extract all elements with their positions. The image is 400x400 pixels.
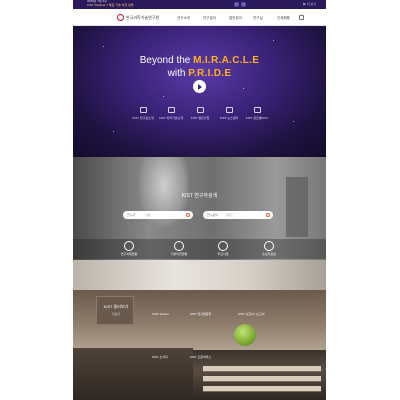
- apple-image: [234, 324, 256, 346]
- play-button[interactable]: [193, 80, 206, 93]
- tour-link[interactable]: KIST School: [152, 312, 169, 316]
- banner-line2: KIST Webinar 7 특집 기술 이전 설명: [87, 3, 134, 7]
- tour-more[interactable]: 더보기: [97, 312, 135, 316]
- flask-icon: [167, 107, 175, 113]
- handshake-icon: [174, 241, 184, 251]
- tour-link[interactable]: KIST 오픈하우스: [190, 355, 211, 359]
- search-input[interactable]: 이름: [145, 213, 151, 217]
- search-input[interactable]: 키워드: [225, 213, 233, 217]
- books-photo: [193, 350, 326, 400]
- search-box-researcher[interactable]: 연구자 이름: [123, 211, 193, 219]
- hero-link[interactable]: KIST 연구원소개: [129, 107, 157, 127]
- globe-icon: [253, 107, 261, 113]
- logo-mark-icon: [117, 14, 124, 21]
- chart-icon: [124, 241, 134, 251]
- menu-item[interactable]: 연구실: [253, 16, 263, 21]
- building-icon: [139, 107, 147, 113]
- logo-text: 한국과학기술연구원: [126, 15, 160, 20]
- tour-link[interactable]: KIST 소식지: [152, 355, 168, 359]
- kist-logo[interactable]: 한국과학기술연구원: [117, 14, 159, 22]
- menu-item[interactable]: 연구소개: [177, 16, 190, 21]
- page: 2020년 7월 4주 KIST Webinar 7 특집 기술 이전 설명 ▶…: [73, 0, 326, 400]
- search-select[interactable]: 연구분야: [207, 213, 218, 217]
- hero-headline-2: with P.R.I.D.E: [167, 68, 232, 79]
- banner-icon[interactable]: [234, 2, 239, 7]
- menu-item[interactable]: 연구분야: [203, 16, 216, 21]
- tour-link[interactable]: KIST 브로셔 / 보고서: [238, 312, 265, 316]
- quick-link[interactable]: 연구과제현황: [109, 241, 149, 256]
- quick-link[interactable]: 홍보자료실: [249, 241, 289, 256]
- tour-link[interactable]: KIST 연구발표회: [190, 312, 211, 316]
- banner-more-link[interactable]: ▶ 더 보기: [303, 2, 316, 6]
- hero-icon-menu: KIST 연구원소개 KIST 과학기술소개 KIST 열린사업 KIST 뉴스…: [73, 107, 326, 127]
- search-icon[interactable]: [186, 213, 190, 217]
- target-icon: [218, 241, 228, 251]
- hero-link[interactable]: KIST 과학기술소개: [157, 107, 185, 127]
- search-select[interactable]: 연구자: [127, 213, 135, 217]
- divider-photo: [73, 260, 326, 290]
- hero-link[interactable]: KIST 뉴스센터: [215, 107, 243, 127]
- menu-item[interactable]: 열린참여: [229, 16, 242, 21]
- hero-link[interactable]: KIST 글로벌KIST: [243, 107, 271, 127]
- quick-link[interactable]: 주요사업: [203, 241, 243, 256]
- classroom-photo: [73, 348, 193, 400]
- kist-tour-section: KIST 둘러보기 더보기 KIST School KIST 연구발표회 KIS…: [73, 290, 326, 400]
- search-title: KIST 연구자검색: [181, 193, 218, 199]
- book-icon: [196, 107, 204, 113]
- menu-item[interactable]: 인재채용: [277, 16, 290, 21]
- tour-title: KIST 둘러보기: [103, 304, 129, 309]
- hero-link[interactable]: KIST 열린사업: [186, 107, 214, 127]
- main-nav: 한국과학기술연구원 연구소개 연구분야 열린참여 연구실 인재채용: [73, 9, 326, 26]
- tour-box[interactable]: KIST 둘러보기 더보기: [96, 296, 134, 325]
- search-icon[interactable]: [266, 213, 270, 217]
- hero-headline-1: Beyond the M.I.R.A.C.L.E: [139, 55, 260, 66]
- hero-section: Beyond the M.I.R.A.C.L.E with P.R.I.D.E …: [73, 26, 326, 157]
- quick-link[interactable]: 기술이전현황: [159, 241, 199, 256]
- news-icon: [225, 107, 233, 113]
- lab-equipment-photo: [286, 177, 308, 237]
- banner-icon[interactable]: [241, 2, 246, 7]
- top-banner[interactable]: 2020년 7월 4주 KIST Webinar 7 특집 기술 이전 설명 ▶…: [73, 0, 326, 9]
- monitor-icon: [264, 241, 274, 251]
- search-icon[interactable]: [299, 15, 304, 20]
- researcher-search-section: KIST 연구자검색 연구자 이름 연구분야 키워드 연구과제현황 기술이전현황…: [73, 157, 326, 260]
- quick-links: 연구과제현황 기술이전현황 주요사업 홍보자료실: [73, 239, 326, 259]
- search-box-field[interactable]: 연구분야 키워드: [203, 211, 273, 219]
